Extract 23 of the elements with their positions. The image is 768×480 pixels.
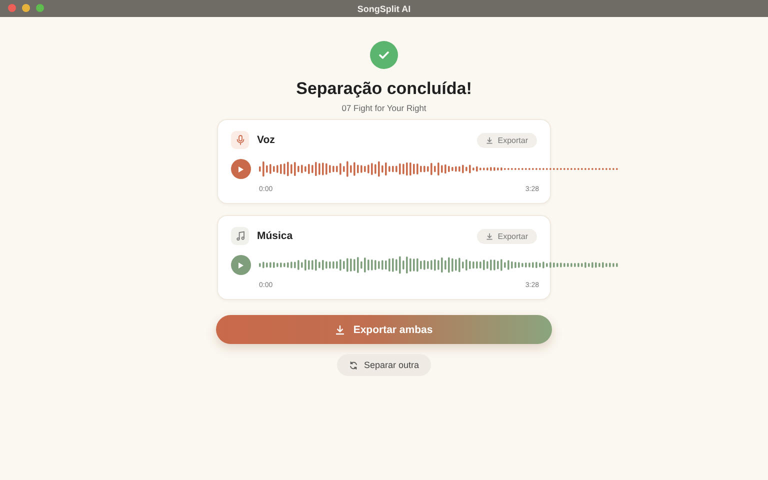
music-note-icon — [236, 231, 244, 241]
microphone-icon — [236, 135, 244, 145]
song-title: 07 Fight for Your Right — [342, 103, 426, 113]
minimize-button[interactable] — [22, 4, 30, 12]
success-heading: Separação concluída! — [296, 79, 472, 99]
download-icon — [486, 136, 493, 144]
success-check-icon — [370, 41, 398, 69]
play-icon — [238, 166, 244, 172]
separate-another-button[interactable]: Separar outra — [336, 354, 432, 376]
download-icon — [335, 324, 346, 334]
track-title: Voz — [257, 134, 276, 146]
export-button[interactable]: Exportar — [476, 228, 537, 244]
download-icon — [486, 232, 493, 240]
zoom-button[interactable] — [36, 4, 44, 12]
refresh-icon — [348, 360, 358, 370]
play-button[interactable] — [231, 159, 251, 179]
export-both-button[interactable]: Exportar ambas — [216, 315, 552, 344]
play-icon — [238, 262, 244, 268]
track-title: Música — [257, 230, 294, 242]
play-button[interactable] — [231, 255, 251, 275]
window-title: SongSplit AI — [357, 4, 411, 14]
export-button[interactable]: Exportar — [476, 132, 537, 148]
close-button[interactable] — [8, 4, 16, 12]
